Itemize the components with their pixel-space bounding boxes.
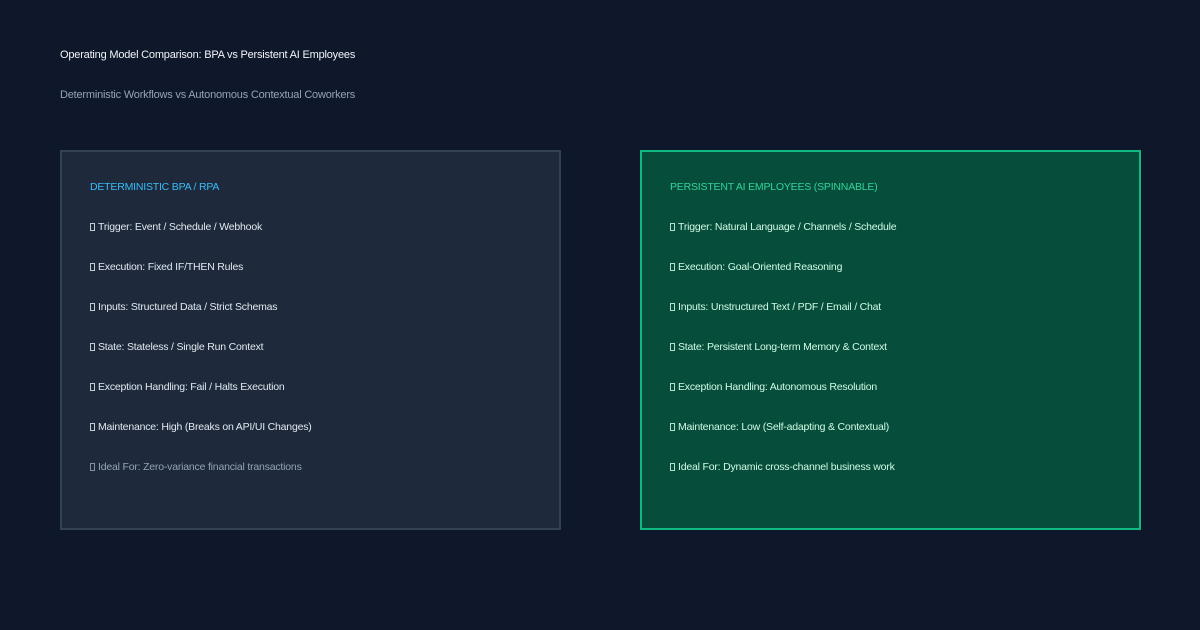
bullet-icon xyxy=(90,423,95,431)
bullet-icon xyxy=(670,343,675,351)
bullet-icon xyxy=(670,423,675,431)
bullet-icon xyxy=(90,303,95,311)
bpa-item-state-text: State: Stateless / Single Run Context xyxy=(98,341,264,353)
bullet-icon xyxy=(670,303,675,311)
ai-item-state-text: State: Persistent Long-term Memory & Con… xyxy=(678,341,887,353)
ai-item-trigger-text: Trigger: Natural Language / Channels / S… xyxy=(678,221,897,233)
ai-item-maintenance: Maintenance: Low (Self-adapting & Contex… xyxy=(670,421,889,433)
page-subtitle: Deterministic Workflows vs Autonomous Co… xyxy=(60,89,356,101)
bpa-item-exceptions: Exception Handling: Fail / Halts Executi… xyxy=(90,381,285,393)
ai-item-maintenance-text: Maintenance: Low (Self-adapting & Contex… xyxy=(678,421,890,433)
bpa-item-execution: Execution: Fixed IF/THEN Rules xyxy=(90,261,243,273)
bpa-item-exceptions-text: Exception Handling: Fail / Halts Executi… xyxy=(98,381,285,393)
bullet-icon xyxy=(90,383,95,391)
bpa-item-inputs: Inputs: Structured Data / Strict Schemas xyxy=(90,301,278,313)
bullet-icon xyxy=(90,263,95,271)
ai-item-exceptions-text: Exception Handling: Autonomous Resolutio… xyxy=(678,381,878,393)
bullet-icon xyxy=(670,263,675,271)
page-title: Operating Model Comparison: BPA vs Persi… xyxy=(60,49,356,61)
ai-employees-panel: PERSISTENT AI EMPLOYEES (SPINNABLE) Trig… xyxy=(640,150,1141,530)
page: Operating Model Comparison: BPA vs Persi… xyxy=(0,0,1200,630)
bpa-panel-heading: DETERMINISTIC BPA / RPA xyxy=(90,181,220,193)
ai-item-ideal-for: Ideal For: Dynamic cross-channel busines… xyxy=(670,461,895,473)
ai-employees-panel-heading: PERSISTENT AI EMPLOYEES (SPINNABLE) xyxy=(670,181,878,193)
bpa-item-state: State: Stateless / Single Run Context xyxy=(90,341,264,353)
bpa-item-trigger-text: Trigger: Event / Schedule / Webhook xyxy=(98,221,263,233)
bullet-icon xyxy=(670,383,675,391)
bullet-icon xyxy=(90,463,95,471)
bpa-item-maintenance: Maintenance: High (Breaks on API/UI Chan… xyxy=(90,421,312,433)
ai-item-trigger: Trigger: Natural Language / Channels / S… xyxy=(670,221,897,233)
bpa-item-ideal-for-text: Ideal For: Zero-variance financial trans… xyxy=(98,461,302,473)
ai-item-ideal-for-text: Ideal For: Dynamic cross-channel busines… xyxy=(678,461,895,473)
ai-item-execution: Execution: Goal-Oriented Reasoning xyxy=(670,261,842,273)
bpa-item-trigger: Trigger: Event / Schedule / Webhook xyxy=(90,221,262,233)
bullet-icon xyxy=(90,343,95,351)
bullet-icon xyxy=(670,223,675,231)
ai-item-execution-text: Execution: Goal-Oriented Reasoning xyxy=(678,261,843,273)
ai-item-exceptions: Exception Handling: Autonomous Resolutio… xyxy=(670,381,877,393)
bullet-icon xyxy=(90,223,95,231)
ai-item-inputs-text: Inputs: Unstructured Text / PDF / Email … xyxy=(678,301,882,313)
bpa-item-inputs-text: Inputs: Structured Data / Strict Schemas xyxy=(98,301,278,313)
bpa-panel: DETERMINISTIC BPA / RPA Trigger: Event /… xyxy=(60,150,561,530)
ai-item-state: State: Persistent Long-term Memory & Con… xyxy=(670,341,887,353)
bullet-icon xyxy=(670,463,675,471)
bpa-item-maintenance-text: Maintenance: High (Breaks on API/UI Chan… xyxy=(98,421,312,433)
bpa-item-ideal-for: Ideal For: Zero-variance financial trans… xyxy=(90,461,302,473)
ai-item-inputs: Inputs: Unstructured Text / PDF / Email … xyxy=(670,301,881,313)
bpa-item-execution-text: Execution: Fixed IF/THEN Rules xyxy=(98,261,244,273)
